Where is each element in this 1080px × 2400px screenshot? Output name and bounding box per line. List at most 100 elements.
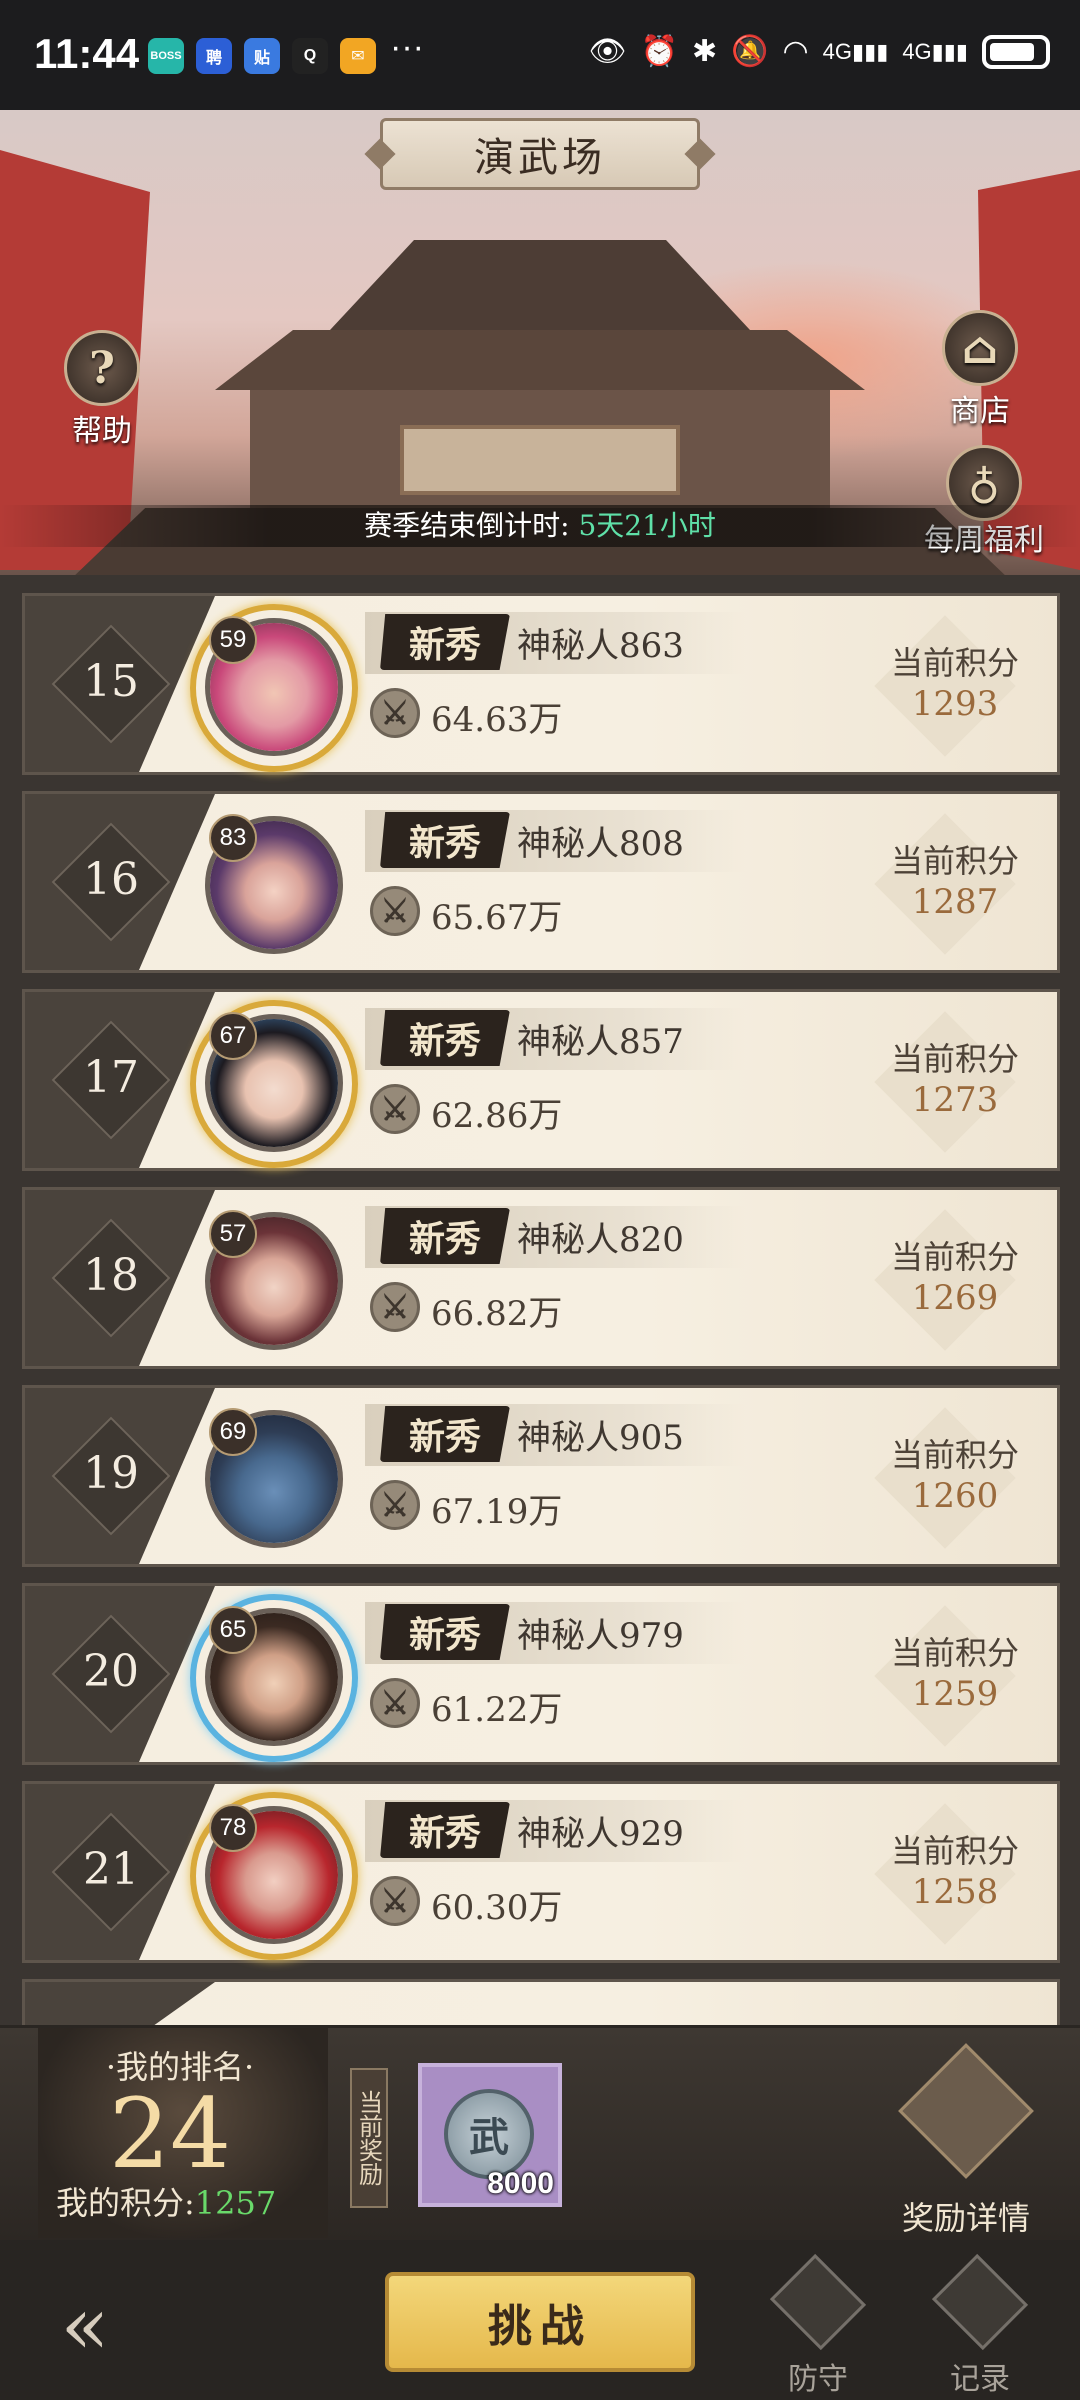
rookie-tag: 新秀 [380,614,510,670]
combat-power: 62.86万 [431,1096,563,1136]
score-label: 当前积分 [890,644,1019,682]
back-button[interactable]: « [20,2270,150,2380]
level-badge: 57 [209,1210,257,1258]
score-label: 当前积分 [890,1040,1019,1078]
rookie-tag: 新秀 [380,1604,510,1660]
season-countdown-bar: 赛季结束倒计时: 5天21小时 [0,505,1080,547]
ranking-list[interactable]: 15 59 新秀 神秘人863 ⚔ 64.63万 当前积分 1293 16 83… [0,575,1080,2025]
rookie-tag: 新秀 [380,1406,510,1462]
reward-detail-button[interactable]: 奖励详情 [898,2043,1034,2237]
rank-area [25,1982,215,2025]
ranking-row[interactable]: 21 78 新秀 神秘人929 ⚔ 60.30万 当前积分 1258 [22,1781,1060,1963]
back-arrow-icon: « [60,2278,110,2372]
power-icon: ⚔ [370,688,420,738]
player-name: 神秘人863 [517,626,684,666]
combat-power: 67.19万 [431,1492,563,1532]
player-name: 神秘人979 [517,1616,684,1656]
rank-number: 20 [83,1646,139,1697]
arena-plaque [400,425,680,495]
eye-icon: 👁 [588,35,627,68]
ranking-row[interactable]: 19 69 新秀 神秘人905 ⚔ 67.19万 当前积分 1260 [22,1385,1060,1567]
martial-coin-icon: 武 [444,2089,534,2179]
score-value: 1260 [911,1476,999,1516]
shop-label: 商店 [950,394,1010,429]
score-value: 1269 [911,1278,999,1318]
reward-detail-label: 奖励详情 [902,2199,1031,2237]
mail-app-icon: ✉ [340,38,376,74]
ranking-row[interactable]: 20 65 新秀 神秘人979 ⚔ 61.22万 当前积分 1259 [22,1583,1060,1765]
alarm-icon: ⏰ [640,35,678,68]
rookie-tag: 新秀 [380,1010,510,1066]
system-icons: 👁 ⏰ ✱ 🔕 ◠ 4G▮▮▮ 4G▮▮▮ [588,34,1050,69]
treasure-chest-icon [898,2043,1034,2179]
level-badge: 67 [209,1012,257,1060]
ranking-row[interactable]: 15 59 新秀 神秘人863 ⚔ 64.63万 当前积分 1293 [22,593,1060,775]
question-icon: ? [64,330,140,406]
season-countdown-value: 5天21小时 [578,509,716,542]
score-label: 当前积分 [890,1634,1019,1672]
status-bar: 11:44 BOSS 聘 贴 Q ✉ ··· 👁 ⏰ ✱ 🔕 ◠ 4G▮▮▮ 4… [0,0,1080,110]
level-badge: 69 [209,1408,257,1456]
challenge-button[interactable]: 挑战 [385,2272,695,2372]
level-badge: 59 [209,616,257,664]
shop-button[interactable]: ⌂ 商店 [942,310,1018,430]
power-icon: ⚔ [370,1678,420,1728]
score-value: 1287 [911,882,999,922]
combat-power: 61.22万 [431,1690,563,1730]
rank-number: 21 [83,1844,139,1895]
current-reward-tag: 当前奖励 [350,2068,388,2208]
player-name: 神秘人820 [517,1220,684,1260]
reward-item[interactable]: 武 8000 [418,2063,562,2207]
level-badge: 78 [209,1804,257,1852]
player-name: 神秘人808 [517,824,684,864]
power-icon: ⚔ [370,1480,420,1530]
rank-number: 15 [83,656,139,707]
job-app-icon: 聘 [196,38,232,74]
my-score-label: 我的积分: [56,2184,195,2222]
player-name: 神秘人929 [517,1814,684,1854]
ranking-row[interactable]: 16 83 新秀 神秘人808 ⚔ 65.67万 当前积分 1287 [22,791,1060,973]
power-icon: ⚔ [370,886,420,936]
mute-icon: 🔕 [731,35,769,68]
score-value: 1258 [911,1872,999,1912]
rookie-tag: 新秀 [380,1208,510,1264]
my-rank-panel: ·我的排名· 24 我的积分:1257 当前奖励 武 8000 奖励详情 [0,2028,1080,2240]
arena-roof-top [330,240,750,330]
bluetooth-icon: ✱ [691,35,718,68]
level-badge: 83 [209,814,257,862]
level-badge: 65 [209,1606,257,1654]
power-icon: ⚔ [370,1084,420,1134]
rookie-tag: 新秀 [380,812,510,868]
ranking-row-partial[interactable] [22,1979,1060,2025]
score-label: 当前积分 [890,1832,1019,1870]
tieba-app-icon: 贴 [244,38,280,74]
help-button[interactable]: ? 帮助 [64,330,140,450]
player-name: 神秘人857 [517,1022,684,1062]
arena-roof-middle [215,330,865,390]
ranking-row[interactable]: 18 57 新秀 神秘人820 ⚔ 66.82万 当前积分 1269 [22,1187,1060,1369]
sword-shield-icon [769,2253,867,2351]
power-icon: ⚔ [370,1876,420,1926]
score-value: 1259 [911,1674,999,1714]
score-label: 当前积分 [890,1436,1019,1474]
signal-2-icon: 4G▮▮▮ [902,38,968,64]
record-button[interactable]: 记录 [920,2253,1040,2398]
defend-button[interactable]: 防守 [758,2253,878,2398]
ranking-row[interactable]: 17 67 新秀 神秘人857 ⚔ 62.86万 当前积分 1273 [22,989,1060,1171]
season-countdown-label: 赛季结束倒计时: [364,509,570,542]
scroll-icon [931,2253,1029,2351]
rank-number: 19 [83,1448,139,1499]
record-label: 记录 [950,2362,1010,2397]
player-name: 神秘人905 [517,1418,684,1458]
combat-power: 64.63万 [431,700,563,740]
signal-icon: 4G▮▮▮ [822,38,889,64]
score-label: 当前积分 [890,842,1019,880]
more-notifications-icon: ··· [390,28,424,66]
shop-icon: ⌂ [942,310,1018,386]
qq-app-icon: Q [292,38,328,74]
page-title: 演武场 [380,118,700,190]
combat-power: 60.30万 [431,1888,563,1928]
wifi-icon: ◠ [782,35,809,68]
help-label: 帮助 [72,414,132,449]
rookie-tag: 新秀 [380,1802,510,1858]
